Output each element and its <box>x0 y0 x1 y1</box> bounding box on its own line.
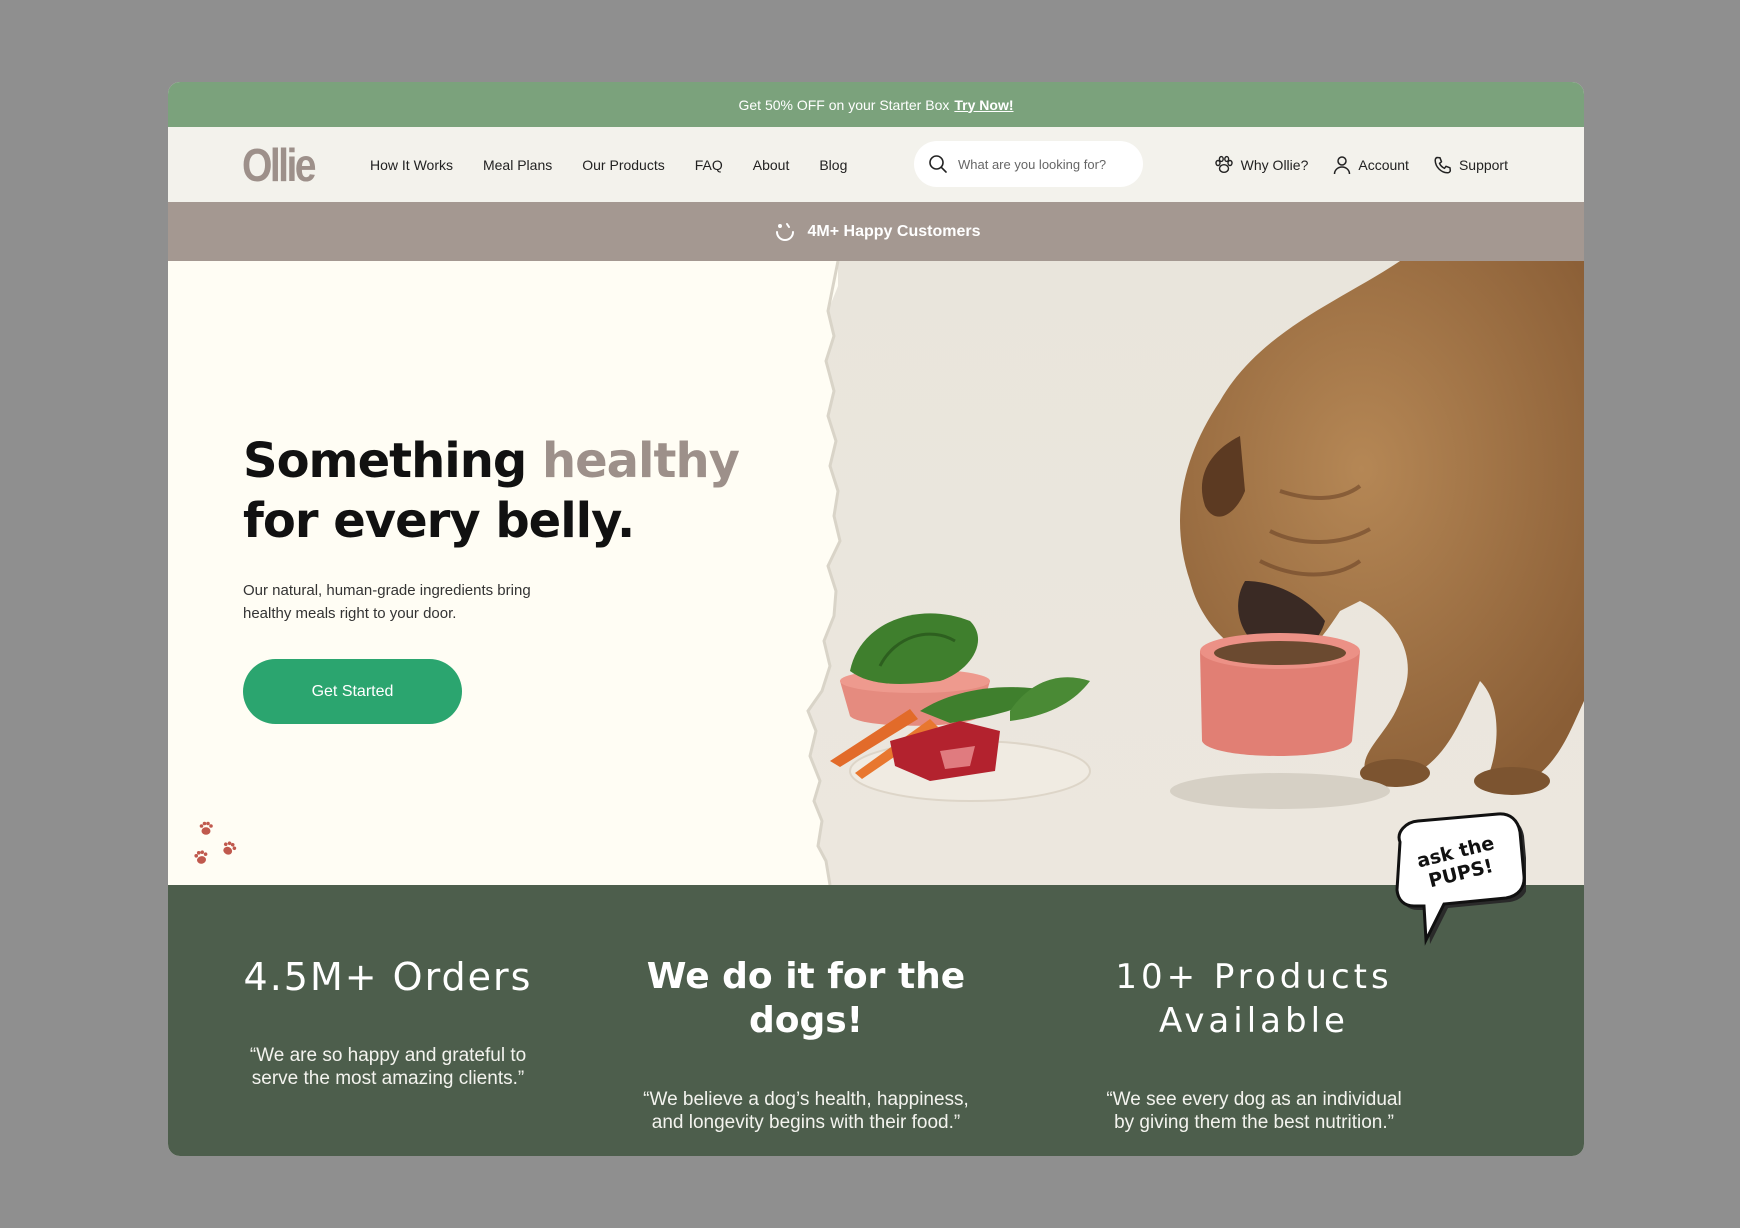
smile-icon <box>775 222 794 241</box>
promo-text: Get 50% OFF on your Starter Box <box>738 96 950 113</box>
hero-title-part1: Something <box>243 433 542 489</box>
stat-quote: “We are so happy and grateful to serve t… <box>249 1045 527 1089</box>
happy-customers-text: 4M+ Happy Customers <box>807 222 981 240</box>
main-nav: Ollie How It Works Meal Plans Our Produc… <box>168 127 1584 202</box>
support-label: Support <box>1458 156 1508 173</box>
why-ollie-link[interactable]: Why Ollie? <box>1213 155 1309 175</box>
nav-item-about[interactable]: About <box>753 157 790 173</box>
phone-icon <box>1434 156 1452 174</box>
hero-text: Something healthy for every belly. Our na… <box>243 431 740 724</box>
stat-orders: 4.5M+ Orders “We are so happy and gratef… <box>178 885 598 1090</box>
happy-customers-bar: 4M+ Happy Customers <box>168 202 1584 261</box>
account-label: Account <box>1358 156 1409 173</box>
hero-subtitle: Our natural, human-grade ingredients bri… <box>243 582 531 622</box>
hero-title-line2: for every belly. <box>243 493 635 549</box>
logo[interactable]: Ollie <box>242 138 317 192</box>
hero-dog-photo <box>806 261 1584 885</box>
page-frame: Get 50% OFF on your Starter Box Try Now!… <box>168 82 1584 1156</box>
paw-prints-icon <box>194 821 237 864</box>
stat-title: 10+ Products Available <box>1115 957 1393 1041</box>
search-icon <box>929 155 947 173</box>
user-icon <box>1334 155 1351 174</box>
ask-the-pups-bubble[interactable]: ask the PUPS! <box>1386 812 1526 952</box>
search-box[interactable] <box>914 141 1143 187</box>
stat-quote: “We see every dog as an individual by gi… <box>1106 1089 1402 1133</box>
nav-item-our-products[interactable]: Our Products <box>582 157 664 173</box>
stats-section: 4.5M+ Orders “We are so happy and gratef… <box>168 885 1584 1156</box>
nav-right-links: Why Ollie? Account Support <box>1213 127 1508 202</box>
account-link[interactable]: Account <box>1332 155 1409 175</box>
promo-link[interactable]: Try Now! <box>954 97 1013 113</box>
nav-menu: How It Works Meal Plans Our Products FAQ… <box>370 157 847 173</box>
hero-title-accent: healthy <box>541 433 740 489</box>
stat-title: We do it for the dogs! <box>646 956 966 1041</box>
hero-title: Something healthy for every belly. <box>243 431 740 551</box>
promo-bar: Get 50% OFF on your Starter Box Try Now! <box>168 82 1584 127</box>
nav-item-blog[interactable]: Blog <box>819 157 847 173</box>
hero-section: Something healthy for every belly. Our na… <box>168 261 1584 885</box>
support-link[interactable]: Support <box>1433 155 1508 175</box>
why-ollie-label: Why Ollie? <box>1240 156 1309 173</box>
stat-dogs: We do it for the dogs! “We believe a dog… <box>596 885 1016 1134</box>
nav-item-how-it-works[interactable]: How It Works <box>370 157 453 173</box>
paw-icon <box>1214 155 1233 173</box>
stat-title: 4.5M+ Orders <box>243 955 533 999</box>
search-input[interactable] <box>958 156 1128 172</box>
stat-quote: “We believe a dog’s health, happiness, a… <box>643 1089 969 1133</box>
nav-item-meal-plans[interactable]: Meal Plans <box>483 157 552 173</box>
nav-item-faq[interactable]: FAQ <box>695 157 723 173</box>
get-started-button[interactable]: Get Started <box>243 659 462 724</box>
